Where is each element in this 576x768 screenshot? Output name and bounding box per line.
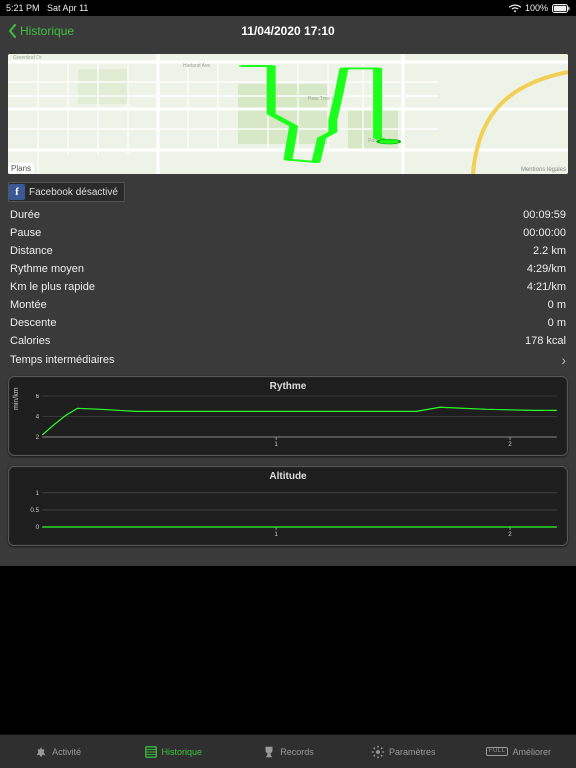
stat-label: Durée — [10, 209, 40, 221]
tab-bar: Activité Historique Records Paramètres FULLA… — [0, 734, 576, 768]
page-title: 11/04/2020 17:10 — [241, 24, 334, 38]
stat-value: 00:09:59 — [523, 209, 566, 221]
stat-value: 00:00:00 — [523, 227, 566, 239]
status-right: 100% — [509, 3, 570, 13]
svg-text:1: 1 — [36, 490, 40, 497]
route-map[interactable]: Harland Ave Pear Tree Ln Portal Park Gre… — [8, 54, 568, 174]
stat-value: 2.2 km — [533, 245, 566, 257]
stat-label: Pause — [10, 227, 41, 239]
stat-value: 4:21/km — [527, 281, 566, 293]
tab-label: Historique — [162, 747, 203, 757]
tab-label: Records — [280, 747, 314, 757]
stat-label: Descente — [10, 317, 56, 329]
svg-text:2: 2 — [508, 531, 512, 538]
full-badge: FULL — [486, 747, 509, 756]
tab-label: Améliorer — [512, 747, 551, 757]
map-container: Harland Ave Pear Tree Ln Portal Park Gre… — [0, 46, 576, 182]
charts-area: Rythme min/km 2 4 6 1 2 Altitude 0 0.5 1 1 2 — [0, 370, 576, 566]
facebook-toggle[interactable]: f Facebook désactivé — [8, 182, 125, 202]
stats-list: Durée 00:09:59 Pause 00:00:00 Distance 2.2 km… — [0, 206, 576, 350]
stat-value: 0 m — [548, 317, 566, 329]
splits-label: Temps intermédiaires — [10, 354, 115, 366]
stat-label: Km le plus rapide — [10, 281, 95, 293]
parametres-icon — [371, 745, 385, 759]
back-label: Historique — [20, 24, 74, 38]
svg-text:0.5: 0.5 — [30, 507, 39, 514]
facebook-icon: f — [9, 184, 25, 200]
tab-label: Paramètres — [389, 747, 436, 757]
chevron-left-icon — [8, 24, 18, 38]
activite-icon — [34, 745, 48, 759]
wifi-icon — [509, 4, 521, 13]
stat-row-4: Km le plus rapide 4:21/km — [0, 278, 576, 296]
status-bar: 5:21 PM Sat Apr 11 100% — [0, 0, 576, 16]
share-row: f Facebook désactivé — [0, 182, 576, 206]
stat-row-1: Pause 00:00:00 — [0, 224, 576, 242]
svg-text:2: 2 — [508, 441, 512, 448]
chevron-right-icon: › — [561, 353, 566, 367]
stat-label: Calories — [10, 335, 50, 347]
svg-text:1: 1 — [274, 441, 278, 448]
status-date: Sat Apr 11 — [47, 3, 88, 13]
stat-label: Distance — [10, 245, 53, 257]
battery-pct: 100% — [525, 3, 548, 13]
back-button[interactable]: Historique — [8, 24, 74, 38]
stat-label: Montée — [10, 299, 47, 311]
svg-text:6: 6 — [36, 394, 40, 400]
map-provider-badge: Plans — [8, 163, 34, 174]
pace-title: Rythme — [15, 381, 561, 392]
stat-label: Rythme moyen — [10, 263, 84, 275]
stat-row-7: Calories 178 kcal — [0, 332, 576, 350]
altitude-chart[interactable]: 0 0.5 1 1 2 — [15, 484, 561, 539]
stat-row-0: Durée 00:09:59 — [0, 206, 576, 224]
map-legal[interactable]: Mentions légales — [521, 167, 566, 173]
stat-value: 4:29/km — [527, 263, 566, 275]
stat-row-2: Distance 2.2 km — [0, 242, 576, 260]
pace-panel: Rythme min/km 2 4 6 1 2 — [8, 376, 568, 456]
pace-ylabel: min/km — [13, 387, 20, 410]
altitude-title: Altitude — [15, 471, 561, 482]
tab-records[interactable]: Records — [230, 735, 345, 768]
stat-row-3: Rythme moyen 4:29/km — [0, 260, 576, 278]
status-left: 5:21 PM Sat Apr 11 — [6, 3, 88, 13]
facebook-label: Facebook désactivé — [29, 187, 118, 198]
tab-ameliorer[interactable]: FULLAméliorer — [461, 735, 576, 768]
nav-bar: Historique 11/04/2020 17:10 — [0, 16, 576, 46]
svg-text:4: 4 — [36, 414, 40, 421]
stat-value: 0 m — [548, 299, 566, 311]
battery-icon — [552, 4, 570, 13]
stat-row-6: Descente 0 m — [0, 314, 576, 332]
splits-row[interactable]: Temps intermédiaires › — [0, 350, 576, 370]
status-time: 5:21 PM — [6, 3, 40, 13]
tab-historique[interactable]: Historique — [115, 735, 230, 768]
tab-activite[interactable]: Activité — [0, 735, 115, 768]
svg-text:2: 2 — [36, 434, 40, 441]
main-content: Harland Ave Pear Tree Ln Portal Park Gre… — [0, 46, 576, 566]
stat-row-5: Montée 0 m — [0, 296, 576, 314]
altitude-panel: Altitude 0 0.5 1 1 2 — [8, 466, 568, 546]
route-overlay — [8, 54, 568, 174]
tab-label: Activité — [52, 747, 81, 757]
historique-icon — [144, 745, 158, 759]
svg-text:1: 1 — [274, 531, 278, 538]
tab-parametres[interactable]: Paramètres — [346, 735, 461, 768]
stat-value: 178 kcal — [525, 335, 566, 347]
records-icon — [262, 745, 276, 759]
svg-text:0: 0 — [36, 524, 40, 531]
pace-chart[interactable]: min/km 24612 — [15, 394, 561, 449]
